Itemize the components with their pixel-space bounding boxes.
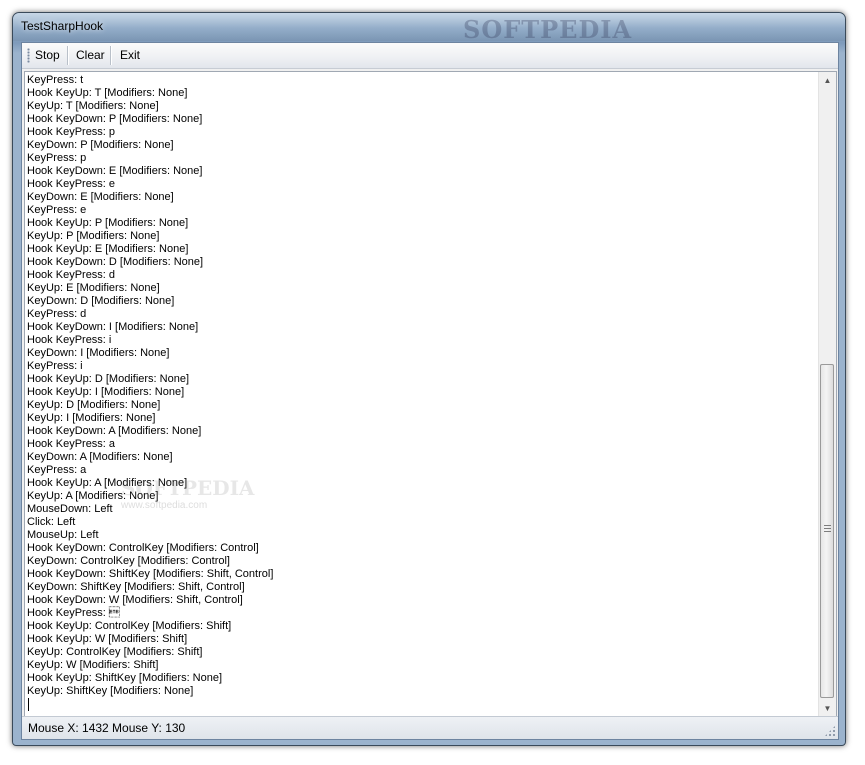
app-window: TestSharpHook SOFTPEDIA Stop Clear Exit … (12, 12, 846, 746)
log-line: KeyUp: T [Modifiers: None] (27, 100, 159, 112)
log-line: Hook KeyUp: W [Modifiers: Shift] (27, 633, 188, 645)
toolbar-grip-icon[interactable] (27, 48, 30, 63)
softpedia-watermark-url: www.softpedia.com (121, 500, 208, 511)
log-line: Hook KeyDown: I [Modifiers: None] (27, 321, 199, 333)
toolbar: Stop Clear Exit (22, 43, 838, 69)
client-area: Stop Clear Exit KeyPress: t Hook KeyUp: T… (21, 42, 839, 740)
log-line: KeyPress: i (27, 360, 83, 372)
title-bar[interactable]: TestSharpHook SOFTPEDIA (13, 13, 845, 44)
vertical-scrollbar[interactable]: ▲ ▼ (818, 72, 836, 717)
log-line: MouseUp: Left (27, 529, 99, 541)
log-line: KeyUp: E [Modifiers: None] (27, 282, 160, 294)
log-line: KeyUp: W [Modifiers: Shift] (27, 659, 159, 671)
log-line: Hook KeyUp: E [Modifiers: None] (27, 243, 189, 255)
log-line: Hook KeyPress: a (27, 438, 116, 450)
log-line: Hook KeyUp: ControlKey [Modifiers: Shift… (27, 620, 232, 632)
log-line: Hook KeyUp: ShiftKey [Modifiers: None] (27, 672, 223, 684)
log-line: Hook KeyDown: D [Modifiers: None] (27, 256, 204, 268)
log-line: Hook KeyPress:  (27, 607, 120, 619)
scroll-down-arrow-icon[interactable]: ▼ (819, 700, 836, 717)
status-bar: Mouse X: 1432 Mouse Y: 130 (22, 716, 838, 739)
log-line: Hook KeyUp: I [Modifiers: None] (27, 386, 185, 398)
log-line: KeyDown: P [Modifiers: None] (27, 139, 174, 151)
thumb-grip-icon (824, 525, 831, 532)
log-line: KeyDown: ControlKey [Modifiers: Control] (27, 555, 230, 567)
log-line: KeyPress: d (27, 308, 87, 320)
softpedia-watermark-center: SOFTPEDIA (121, 476, 255, 500)
window-title: TestSharpHook (21, 19, 104, 33)
log-line: Hook KeyUp: T [Modifiers: None] (27, 87, 188, 99)
log-line: Hook KeyDown: ShiftKey [Modifiers: Shift… (27, 568, 274, 580)
log-line: KeyPress: e (27, 204, 87, 216)
log-line: Hook KeyDown: E [Modifiers: None] (27, 165, 203, 177)
text-cursor (28, 698, 29, 711)
log-line: KeyUp: P [Modifiers: None] (27, 230, 160, 242)
stop-button[interactable]: Stop (35, 47, 60, 64)
log-line: Hook KeyUp: P [Modifiers: None] (27, 217, 189, 229)
log-line: KeyUp: D [Modifiers: None] (27, 399, 161, 411)
log-line: KeyUp: ShiftKey [Modifiers: None] (27, 685, 194, 697)
softpedia-watermark: SOFTPEDIA (463, 15, 633, 44)
log-line: Hook KeyPress: d (27, 269, 116, 281)
log-line: Hook KeyDown: A [Modifiers: None] (27, 425, 202, 437)
log-line: KeyPress: t (27, 74, 84, 86)
toolbar-separator (67, 46, 69, 65)
log-line: Hook KeyPress: p (27, 126, 116, 138)
log-line: KeyDown: I [Modifiers: None] (27, 347, 170, 359)
exit-button[interactable]: Exit (120, 47, 140, 64)
clear-button[interactable]: Clear (76, 47, 105, 64)
log-line: KeyPress: p (27, 152, 87, 164)
log-line: KeyDown: A [Modifiers: None] (27, 451, 173, 463)
log-line: KeyDown: D [Modifiers: None] (27, 295, 175, 307)
mouse-coordinates-status: Mouse X: 1432 Mouse Y: 130 (28, 721, 186, 735)
log-line: Hook KeyPress: e (27, 178, 116, 190)
log-line: KeyDown: ShiftKey [Modifiers: Shift, Con… (27, 581, 245, 593)
scrollbar-thumb[interactable] (820, 364, 834, 698)
log-line: Hook KeyDown: W [Modifiers: Shift, Contr… (27, 594, 243, 606)
event-log-textbox[interactable]: KeyPress: t Hook KeyUp: T [Modifiers: Non… (24, 71, 837, 718)
log-line: Hook KeyPress: i (27, 334, 112, 346)
log-line: KeyDown: E [Modifiers: None] (27, 191, 174, 203)
log-line: KeyUp: I [Modifiers: None] (27, 412, 156, 424)
scroll-up-arrow-icon[interactable]: ▲ (819, 72, 836, 89)
log-line: Hook KeyUp: D [Modifiers: None] (27, 373, 190, 385)
log-line: Click: Left (27, 516, 76, 528)
log-line: Hook KeyDown: ControlKey [Modifiers: Con… (27, 542, 259, 554)
log-line: KeyUp: ControlKey [Modifiers: Shift] (27, 646, 203, 658)
event-log[interactable]: KeyPress: t Hook KeyUp: T [Modifiers: Non… (25, 72, 818, 717)
log-line: Hook KeyDown: P [Modifiers: None] (27, 113, 203, 125)
toolbar-separator (110, 46, 112, 65)
resize-grip-icon[interactable] (824, 725, 836, 737)
